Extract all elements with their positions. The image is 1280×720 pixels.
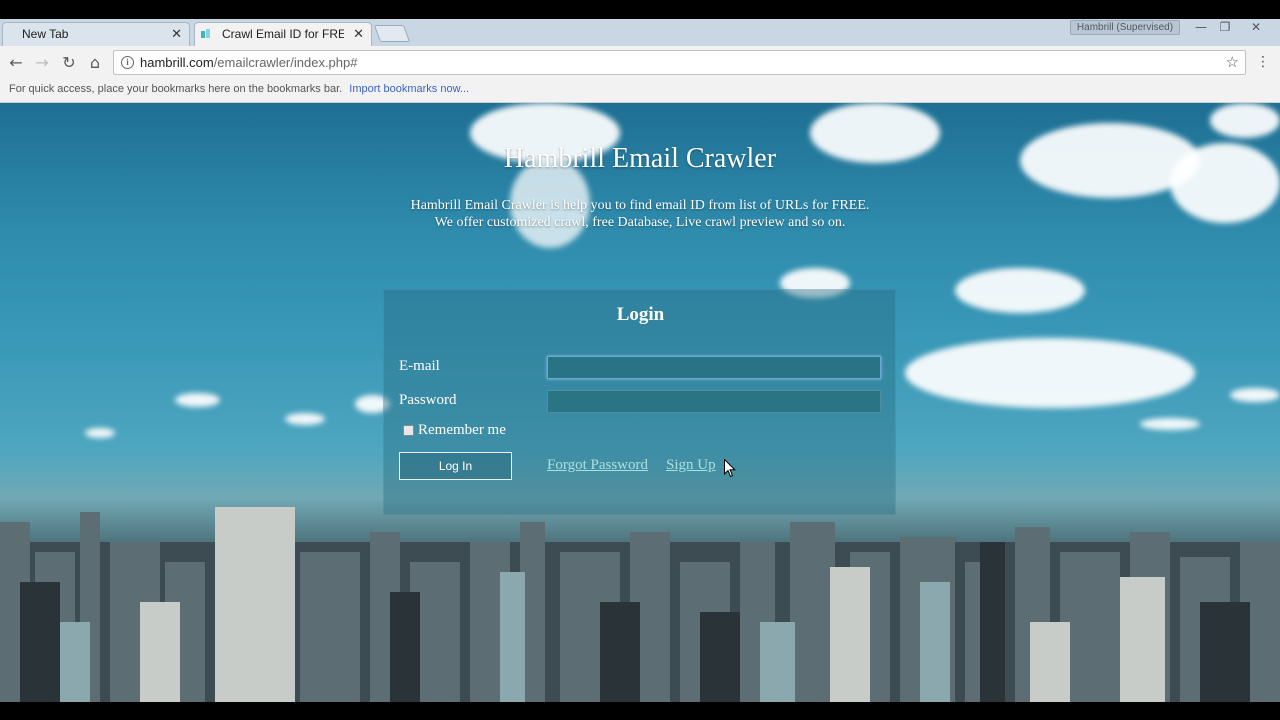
- city-skyline-image: [0, 507, 1280, 702]
- login-button[interactable]: Log In: [399, 452, 512, 480]
- reload-icon[interactable]: ↻: [58, 52, 80, 74]
- cloud: [1140, 418, 1200, 430]
- forward-arrow-icon[interactable]: →: [31, 52, 53, 74]
- screen: New Tab ✕ Crawl Email ID for FREE f ✕ Ha…: [0, 0, 1280, 720]
- close-tab-icon[interactable]: ✕: [353, 26, 364, 42]
- address-url[interactable]: hambrill.com/emailcrawler/index.php#: [140, 55, 357, 70]
- back-arrow-icon[interactable]: ←: [5, 52, 27, 74]
- bookmarks-bar: For quick access, place your bookmarks h…: [0, 79, 1280, 103]
- login-heading: Login: [616, 304, 665, 325]
- tab-title: Crawl Email ID for FREE f: [222, 27, 344, 41]
- address-bar[interactable]: i hambrill.com/emailcrawler/index.php# ☆: [113, 50, 1246, 75]
- top-letterbox: [0, 0, 1280, 19]
- login-form: Login E-mail Password Remember me Log In…: [383, 289, 896, 515]
- tab-crawl-email[interactable]: Crawl Email ID for FREE f ✕: [194, 22, 372, 46]
- close-tab-icon[interactable]: ✕: [171, 26, 182, 42]
- page-content: Hambrill Email Crawler Hambrill Email Cr…: [0, 103, 1280, 702]
- browser-toolbar: ← → ↻ ⌂ i hambrill.com/emailcrawler/inde…: [0, 46, 1280, 79]
- remember-me-label[interactable]: Remember me: [418, 422, 506, 439]
- cloud: [285, 413, 325, 425]
- cloud: [175, 393, 220, 407]
- restore-icon[interactable]: ❐: [1212, 19, 1238, 36]
- forgot-password-link[interactable]: Forgot Password: [547, 457, 648, 474]
- password-label: Password: [399, 392, 457, 408]
- import-bookmarks-link[interactable]: Import bookmarks now...: [349, 83, 469, 95]
- cloud: [1210, 103, 1280, 138]
- new-tab-button[interactable]: [373, 25, 411, 42]
- window-close-icon[interactable]: ✕: [1243, 19, 1269, 36]
- cloud: [955, 268, 1085, 313]
- minimize-icon[interactable]: —: [1188, 19, 1214, 36]
- site-favicon-icon: [201, 29, 210, 38]
- page-description: Hambrill Email Crawler is help you to fi…: [0, 197, 1280, 231]
- browser-menu-icon[interactable]: ⋮: [1256, 54, 1270, 70]
- email-field[interactable]: [547, 356, 881, 379]
- cloud: [85, 428, 115, 438]
- site-info-icon[interactable]: i: [121, 56, 134, 69]
- page-title: Hambrill Email Crawler: [503, 143, 777, 174]
- description-line-2: We offer customized crawl, free Database…: [434, 215, 846, 230]
- cloud: [1230, 388, 1280, 402]
- description-line-1: Hambrill Email Crawler is help you to fi…: [410, 198, 870, 213]
- mouse-cursor-icon: [724, 459, 736, 478]
- email-label: E-mail: [399, 358, 440, 374]
- profile-badge[interactable]: Hambrill (Supervised): [1070, 20, 1180, 35]
- remember-me-checkbox[interactable]: [403, 425, 414, 436]
- tab-new-tab[interactable]: New Tab ✕: [2, 22, 190, 46]
- bookmark-star-icon[interactable]: ☆: [1226, 53, 1239, 71]
- password-field[interactable]: [547, 390, 881, 413]
- bottom-letterbox: [0, 702, 1280, 720]
- bookmarks-hint: For quick access, place your bookmarks h…: [9, 83, 343, 95]
- cloud: [905, 338, 1195, 408]
- sign-up-link[interactable]: Sign Up: [666, 457, 716, 474]
- home-icon[interactable]: ⌂: [84, 52, 106, 74]
- tab-title: New Tab: [22, 27, 69, 41]
